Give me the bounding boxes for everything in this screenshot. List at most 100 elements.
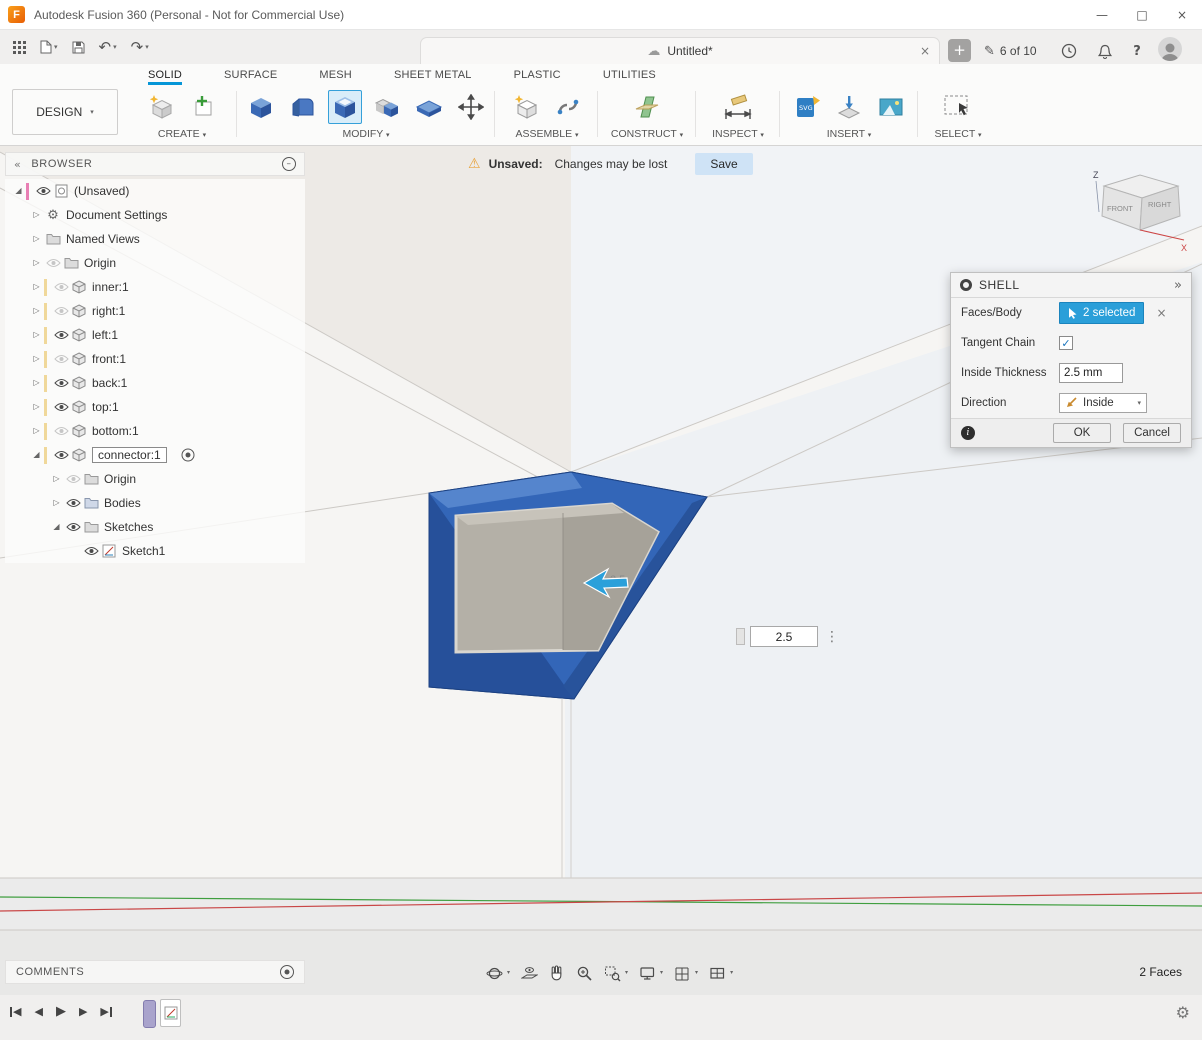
- tree-item-bottom[interactable]: ▷ bottom:1: [5, 419, 305, 443]
- notifications-button[interactable]: [1092, 39, 1118, 63]
- faces-selection-button[interactable]: 2 selected: [1059, 302, 1144, 324]
- step-back-button[interactable]: ◀: [34, 1006, 42, 1017]
- press-pull-button[interactable]: [244, 90, 278, 124]
- tab-utilities[interactable]: UTILITIES: [603, 69, 656, 85]
- assemble-dropdown[interactable]: ASSEMBLE ▾: [498, 128, 596, 140]
- new-component-button[interactable]: [509, 90, 543, 124]
- expander-icon[interactable]: ▷: [29, 331, 44, 339]
- canvas-button[interactable]: [874, 90, 908, 124]
- orbit-button[interactable]: ▾: [484, 963, 512, 984]
- eye-icon[interactable]: [52, 330, 70, 340]
- eye-icon[interactable]: [64, 522, 82, 532]
- tab-plastic[interactable]: PLASTIC: [514, 69, 561, 85]
- timeline-position-marker[interactable]: [143, 1000, 156, 1028]
- step-forward-button[interactable]: ▶: [79, 1006, 87, 1017]
- eye-icon[interactable]: [52, 402, 70, 412]
- expander-icon[interactable]: ▷: [49, 499, 64, 507]
- info-icon[interactable]: i: [961, 426, 975, 440]
- fit-button[interactable]: ▾: [602, 963, 630, 984]
- tree-item-connector[interactable]: ◢ connector:1: [5, 443, 305, 467]
- expander-icon[interactable]: ▷: [29, 235, 44, 243]
- inspect-dropdown[interactable]: INSPECT ▾: [698, 128, 778, 140]
- joint-button[interactable]: [551, 90, 585, 124]
- measure-button[interactable]: [721, 90, 755, 124]
- close-button[interactable]: ×: [1162, 0, 1202, 29]
- shell-dialog-header[interactable]: SHELL »: [951, 273, 1191, 298]
- expander-icon[interactable]: ▷: [49, 475, 64, 483]
- create-form-button[interactable]: [144, 90, 178, 124]
- browser-header[interactable]: « BROWSER –: [5, 152, 305, 176]
- file-menu-button[interactable]: ▾: [35, 34, 63, 60]
- tree-item-named-views[interactable]: ▷ Named Views: [5, 227, 305, 251]
- insert-dropdown[interactable]: INSERT ▾: [782, 128, 916, 140]
- move-copy-button[interactable]: [454, 90, 488, 124]
- redo-button[interactable]: ↷ ▾: [126, 34, 154, 60]
- eye-off-icon[interactable]: [52, 426, 70, 436]
- eye-off-icon[interactable]: [52, 354, 70, 364]
- view-cube[interactable]: Z FRONT RIGHT X: [1090, 164, 1192, 261]
- expander-icon[interactable]: ◢: [11, 187, 26, 195]
- clear-selection-icon[interactable]: ×: [1156, 307, 1166, 319]
- expander-icon[interactable]: ◢: [49, 523, 64, 531]
- app-grid-button[interactable]: [8, 34, 31, 60]
- comments-toggle-icon[interactable]: [280, 965, 294, 979]
- expander-icon[interactable]: ▷: [29, 379, 44, 387]
- maximize-button[interactable]: □: [1122, 0, 1162, 29]
- more-options-icon[interactable]: ⋮: [825, 630, 839, 644]
- avatar[interactable]: [1158, 37, 1182, 61]
- eye-icon[interactable]: [34, 186, 52, 196]
- inside-thickness-input[interactable]: [1059, 363, 1123, 383]
- eye-icon[interactable]: [82, 546, 100, 556]
- tab-surface[interactable]: SURFACE: [224, 69, 277, 85]
- insert-mesh-button[interactable]: [832, 90, 866, 124]
- collapse-panel-icon[interactable]: «: [14, 159, 21, 170]
- expander-icon[interactable]: ▷: [29, 259, 44, 267]
- tangent-chain-checkbox[interactable]: ✓: [1059, 336, 1073, 350]
- expand-dialog-icon[interactable]: »: [1174, 279, 1182, 292]
- timeline-settings-icon[interactable]: ⚙: [1176, 1005, 1190, 1021]
- tab-mesh[interactable]: MESH: [319, 69, 352, 85]
- comments-panel[interactable]: COMMENTS: [5, 960, 305, 984]
- tree-item-sketches[interactable]: ◢ Sketches: [5, 515, 305, 539]
- go-to-start-button[interactable]: ◀: [10, 1006, 21, 1017]
- eye-icon[interactable]: [64, 498, 82, 508]
- viewports-button[interactable]: ▾: [707, 963, 735, 984]
- tree-item-back[interactable]: ▷ back:1: [5, 371, 305, 395]
- offset-face-button[interactable]: [412, 90, 446, 124]
- display-settings-button[interactable]: ▾: [637, 963, 665, 984]
- expander-icon[interactable]: ▷: [29, 283, 44, 291]
- workspace-selector[interactable]: DESIGN ▾: [12, 89, 118, 135]
- construction-plane-button[interactable]: [630, 90, 664, 124]
- play-button[interactable]: ▶: [56, 1005, 66, 1018]
- look-at-button[interactable]: [519, 963, 540, 984]
- timeline-sketch-feature[interactable]: [160, 999, 181, 1027]
- document-usage-badge[interactable]: ✎ 6 of 10: [984, 39, 1037, 63]
- expander-icon[interactable]: ◢: [29, 451, 44, 459]
- go-to-end-button[interactable]: ▶: [100, 1006, 111, 1017]
- expander-icon[interactable]: ▷: [29, 355, 44, 363]
- help-button[interactable]: ?: [1124, 39, 1150, 63]
- expander-icon[interactable]: ▷: [29, 307, 44, 315]
- expander-icon[interactable]: ▷: [29, 427, 44, 435]
- cancel-button[interactable]: Cancel: [1123, 423, 1181, 443]
- insert-svg-button[interactable]: SVG: [790, 90, 824, 124]
- direction-dropdown[interactable]: Inside ▾: [1059, 393, 1147, 413]
- construct-dropdown[interactable]: CONSTRUCT ▾: [600, 128, 694, 140]
- grid-snaps-button[interactable]: ▾: [672, 963, 700, 984]
- undo-button[interactable]: ↶ ▾: [94, 34, 122, 60]
- select-button[interactable]: [941, 90, 975, 124]
- hide-panel-icon[interactable]: –: [282, 157, 296, 171]
- new-tab-button[interactable]: +: [948, 39, 971, 62]
- modify-dropdown[interactable]: MODIFY ▾: [240, 128, 492, 140]
- minimize-button[interactable]: —: [1082, 0, 1122, 29]
- tab-sheet-metal[interactable]: SHEET METAL: [394, 69, 472, 85]
- tree-item-origin[interactable]: ▷ Origin: [5, 251, 305, 275]
- select-dropdown[interactable]: SELECT ▾: [920, 128, 996, 140]
- tree-item-right[interactable]: ▷ right:1: [5, 299, 305, 323]
- zoom-button[interactable]: [574, 963, 595, 984]
- document-tab[interactable]: ☁ Untitled* ×: [420, 37, 940, 64]
- expander-icon[interactable]: ▷: [29, 403, 44, 411]
- save-button[interactable]: [67, 34, 90, 60]
- tree-item-bodies[interactable]: ▷ Bodies: [5, 491, 305, 515]
- eye-off-icon[interactable]: [52, 306, 70, 316]
